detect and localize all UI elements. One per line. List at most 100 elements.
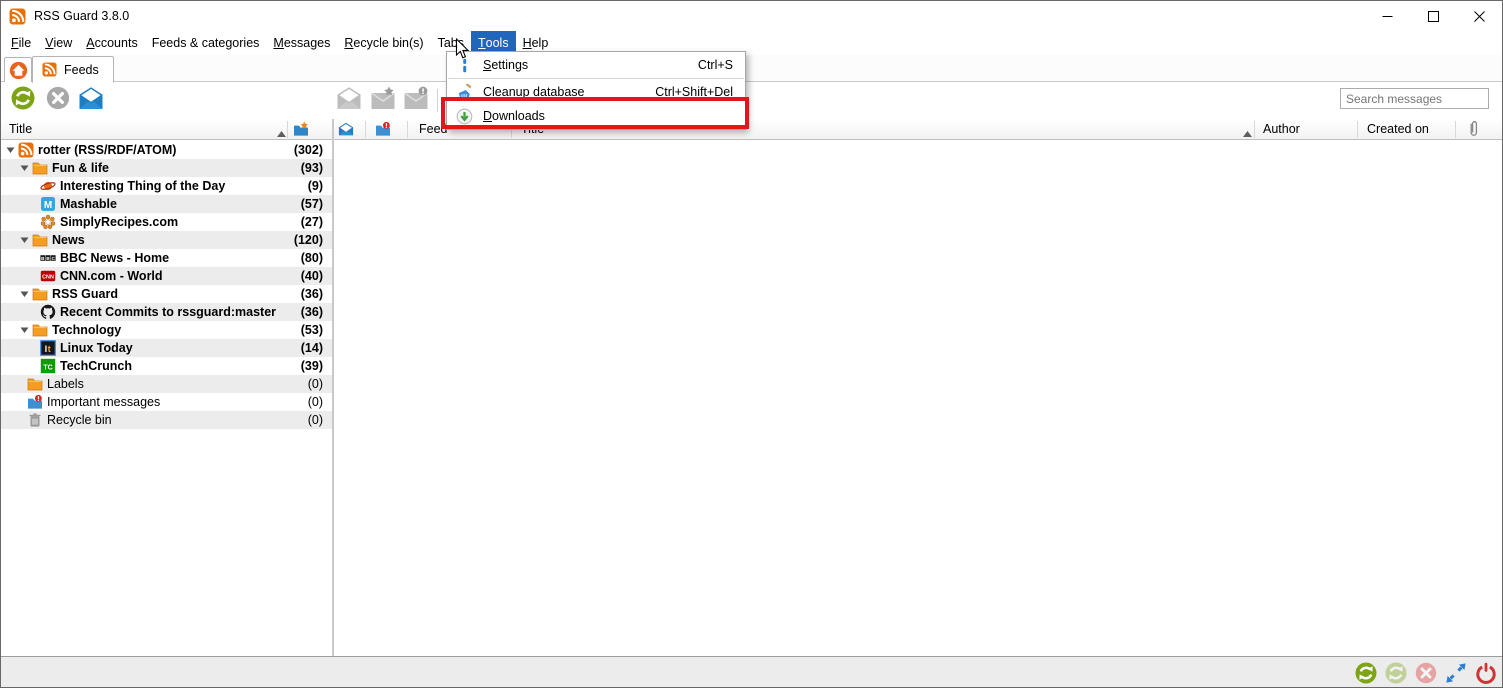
- unread-count: (0): [308, 377, 332, 391]
- feed-label: Interesting Thing of the Day: [60, 179, 225, 193]
- unread-count: (53): [301, 323, 332, 337]
- maximize-button[interactable]: [1410, 1, 1456, 31]
- header-separator: [1254, 121, 1255, 138]
- tabbar: Feeds: [1, 55, 1502, 82]
- menu-item-shortcut: Ctrl+Shift+Del: [655, 85, 733, 99]
- feed-row-simplyrecipes-com[interactable]: SimplyRecipes.com(27): [1, 213, 332, 231]
- rss-icon: [18, 142, 34, 158]
- unread-count: (57): [301, 197, 332, 211]
- messages-list-area: [334, 141, 1502, 656]
- feed-row-news[interactable]: News (120): [1, 231, 332, 249]
- unread-count: (93): [301, 161, 332, 175]
- mark-starred-button[interactable]: [369, 86, 397, 114]
- tab-feeds[interactable]: Feeds: [32, 56, 114, 83]
- menu-item-downloads[interactable]: Downloads: [447, 104, 745, 128]
- stop-refresh-button[interactable]: [44, 86, 72, 114]
- refresh-feeds-button[interactable]: [9, 86, 37, 114]
- menu-item-feeds-categories[interactable]: Feeds & categories: [145, 31, 267, 55]
- downloads-icon: [456, 108, 473, 125]
- feed-row-technology[interactable]: Technology (53): [1, 321, 332, 339]
- feeds-header-title[interactable]: Title: [9, 122, 32, 136]
- menu-item-label: Settings: [483, 58, 528, 72]
- mark-all-read-button[interactable]: [77, 86, 105, 114]
- read-column-icon[interactable]: [338, 121, 354, 137]
- mark-read-button[interactable]: [335, 86, 363, 114]
- home-tab-button[interactable]: [4, 57, 32, 82]
- mark-important-button[interactable]: [402, 86, 430, 114]
- techcrunch-icon: TC: [40, 358, 56, 374]
- tab-feeds-label: Feeds: [64, 63, 99, 77]
- menu-item-recycle-bin-s[interactable]: Recycle bin(s): [337, 31, 430, 55]
- feed-row-rotter-rss-rdf-atom[interactable]: rotter (RSS/RDF/ATOM)(302): [1, 141, 332, 159]
- feed-label: Mashable: [60, 197, 117, 211]
- envelope-star-icon: [370, 86, 396, 115]
- menu-item-settings[interactable]: SettingsCtrl+S: [447, 53, 745, 77]
- feed-row-mashable[interactable]: MMashable(57): [1, 195, 332, 213]
- statusbar-quit-button[interactable]: [1475, 662, 1497, 684]
- statusbar: [1, 657, 1502, 688]
- window-controls: [1364, 1, 1502, 31]
- messages-header-feed[interactable]: Feed: [419, 122, 448, 136]
- statusbar-refresh-button[interactable]: [1355, 662, 1377, 684]
- unread-count-column-icon[interactable]: [293, 121, 309, 137]
- menu-item-accounts[interactable]: Accounts: [79, 31, 144, 55]
- feed-label: CNN.com - World: [60, 269, 163, 283]
- search-input[interactable]: [1340, 88, 1489, 109]
- cleanup-icon: [456, 84, 473, 101]
- feed-row-rss-guard[interactable]: RSS Guard(36): [1, 285, 332, 303]
- feed-row-linux-today[interactable]: ltLinux Today(14): [1, 339, 332, 357]
- feed-row-labels[interactable]: Labels(0): [1, 375, 332, 393]
- menu-item-cleanup-database[interactable]: Cleanup databaseCtrl+Shift+Del: [447, 80, 745, 104]
- feed-label: News: [52, 233, 85, 247]
- expand-arrow-icon[interactable]: [6, 145, 18, 155]
- refresh-icon: [10, 86, 36, 115]
- feed-label: Recent Commits to rssguard:master: [60, 305, 276, 319]
- feed-label: SimplyRecipes.com: [60, 215, 178, 229]
- feed-label: TechCrunch: [60, 359, 132, 373]
- feed-label: Linux Today: [60, 341, 133, 355]
- feed-label: Recycle bin: [47, 413, 112, 427]
- feed-row-interesting-thing-of-the-day[interactable]: Interesting Thing of the Day(9): [1, 177, 332, 195]
- envelope-open-gray-icon: [336, 86, 362, 115]
- folder-icon: [32, 160, 48, 176]
- expand-arrow-icon[interactable]: [20, 163, 32, 173]
- toolbar-separator: [437, 89, 438, 112]
- statusbar-stop-disabled-button[interactable]: [1415, 662, 1437, 684]
- menu-item-messages[interactable]: Messages: [266, 31, 337, 55]
- header-separator: [1455, 121, 1456, 138]
- expand-arrow-icon[interactable]: [20, 325, 32, 335]
- tools-menu-popup: SettingsCtrl+S Cleanup databaseCtrl+Shift…: [446, 51, 746, 130]
- feed-row-cnn-com-world[interactable]: CNNCNN.com - World(40): [1, 267, 332, 285]
- feed-row-important-messages[interactable]: Important messages(0): [1, 393, 332, 411]
- feed-row-techcrunch[interactable]: TCTechCrunch(39): [1, 357, 332, 375]
- sort-asc-icon: [277, 126, 286, 132]
- feed-row-fun-life[interactable]: Fun & life(93): [1, 159, 332, 177]
- feed-label: rotter (RSS/RDF/ATOM): [38, 143, 176, 157]
- unread-count: (80): [301, 251, 332, 265]
- feed-row-recycle-bin[interactable]: Recycle bin(0): [1, 411, 332, 429]
- folder-warn-icon: [27, 394, 43, 410]
- feed-row-recent-commits-to-rssguard-master[interactable]: Recent Commits to rssguard:master(36): [1, 303, 332, 321]
- menu-item-label: Downloads: [483, 109, 545, 123]
- envelope-open-icon: [78, 86, 104, 115]
- unread-count: (120): [294, 233, 332, 247]
- paperclip-icon[interactable]: [1467, 120, 1480, 138]
- importance-column-icon[interactable]: [375, 121, 391, 137]
- close-button[interactable]: [1456, 1, 1502, 31]
- minimize-button[interactable]: [1364, 1, 1410, 31]
- rss-icon: [42, 62, 57, 77]
- header-separator: [407, 121, 408, 138]
- expand-arrow-icon[interactable]: [20, 289, 32, 299]
- feed-row-bbc-news-home[interactable]: BBCBBC News - Home(80): [1, 249, 332, 267]
- messages-header-author[interactable]: Author: [1263, 122, 1300, 136]
- menu-item-file[interactable]: File: [4, 31, 38, 55]
- feed-label: Technology: [52, 323, 121, 337]
- unread-count: (40): [301, 269, 332, 283]
- titlebar: RSS Guard 3.8.0: [1, 1, 1502, 31]
- messages-header-created-on[interactable]: Created on: [1367, 122, 1429, 136]
- statusbar-refresh-disabled-button[interactable]: [1385, 662, 1407, 684]
- menubar: FileViewAccountsFeeds & categoriesMessag…: [1, 31, 1502, 55]
- statusbar-fullscreen-button[interactable]: [1445, 662, 1467, 684]
- expand-arrow-icon[interactable]: [20, 235, 32, 245]
- menu-item-view[interactable]: View: [38, 31, 79, 55]
